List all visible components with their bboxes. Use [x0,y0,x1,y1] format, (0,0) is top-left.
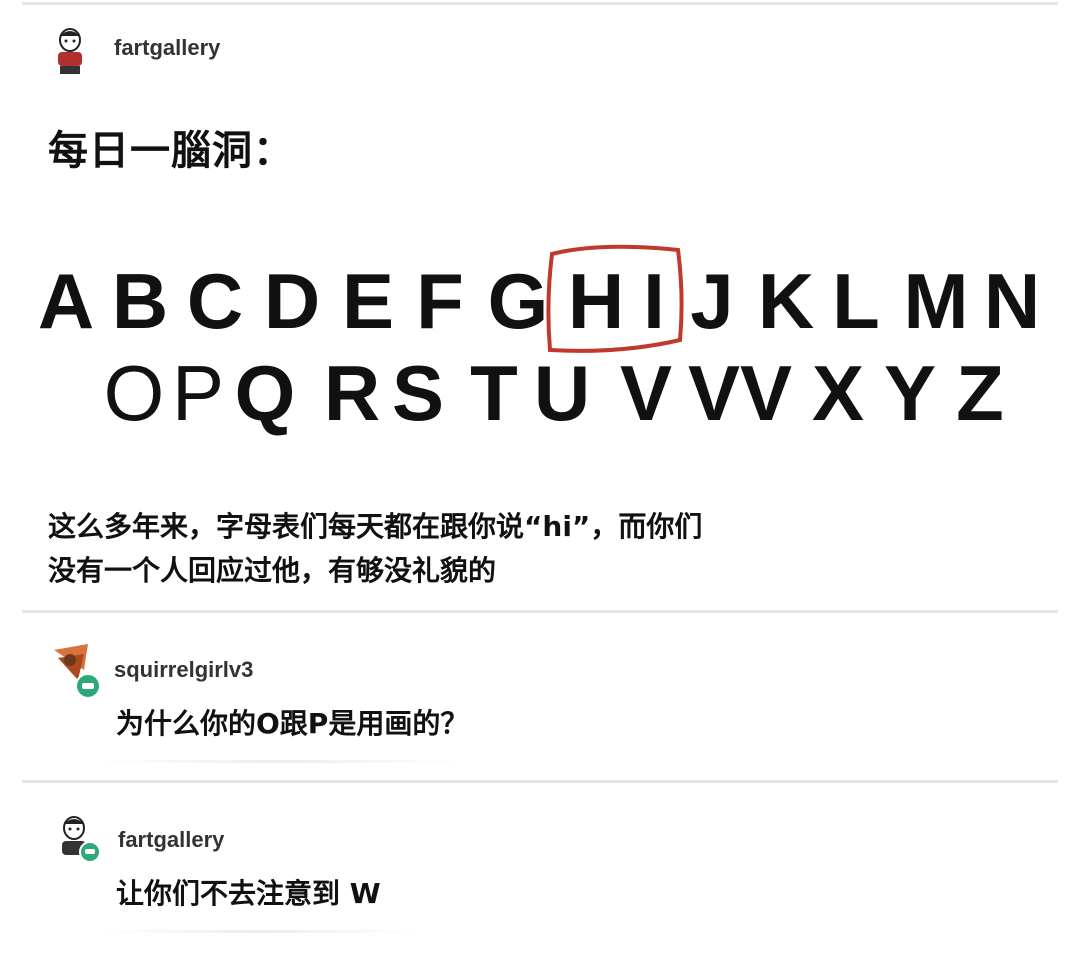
letter-i: I [643,257,665,345]
reply-1-underline [100,760,460,763]
reply-2-header: fartgallery [54,814,224,866]
letter-t: T [470,349,518,436]
letter-x: X [812,349,864,436]
reply-author[interactable]: squirrelgirlv3 [114,657,253,683]
letter-k: K [758,257,814,345]
letter-f: F [416,257,464,345]
avatar-face-icon [58,28,82,74]
letter-l: L [832,257,880,345]
reply-author[interactable]: fartgallery [118,827,224,853]
reply-text: 让你们不去注意到 W [116,877,381,910]
reply-2-underline [100,930,420,933]
top-divider [22,2,1058,5]
letter-d: D [264,257,320,345]
avatar-squirrel-icon [54,644,101,699]
avatar-face-icon [62,816,101,863]
letter-s: S [392,349,444,436]
letter-p: P [172,349,224,436]
avatar[interactable] [48,26,92,74]
post-title: 每日一腦洞： [48,128,294,174]
post-header: fartgallery [48,26,220,74]
letter-z: Z [956,349,1004,436]
letter-h: H [568,257,624,345]
letter-j: J [690,257,733,345]
divider-2 [22,780,1058,783]
letter-m: M [904,257,969,345]
letter-b: B [112,257,168,345]
letter-c: C [187,257,243,345]
post-body-line-1: 这么多年来，字母表们每天都在跟你说“hi”，而你们 [48,510,703,543]
reply-text: 为什么你的O跟P是用画的？ [116,707,469,740]
reply-1-header: squirrelgirlv3 [48,640,253,700]
letter-r: R [324,349,380,436]
alphabet-graphic: ABCDEFGHIJKLMN O P Q R S T U V VV X Y Z [38,244,1040,436]
divider-1 [22,610,1058,613]
letter-y: Y [884,349,936,436]
letter-e: E [342,257,394,345]
letter-q: Q [235,349,296,436]
letter-a: A [38,257,94,345]
letter-u: U [534,349,590,436]
letter-v: V [620,349,672,436]
post-author[interactable]: fartgallery [114,35,220,61]
letter-g: G [488,257,549,345]
post-body: 这么多年来，字母表们每天都在跟你说“hi”，而你们 没有一个人回应过他，有够没礼… [48,505,1028,593]
avatar[interactable] [54,814,104,866]
letter-o: O [104,349,165,436]
avatar[interactable] [48,640,104,700]
letter-n: N [984,257,1040,345]
post-body-line-2: 没有一个人回应过他，有够没礼貌的 [48,554,497,587]
letter-vv: VV [688,349,792,436]
